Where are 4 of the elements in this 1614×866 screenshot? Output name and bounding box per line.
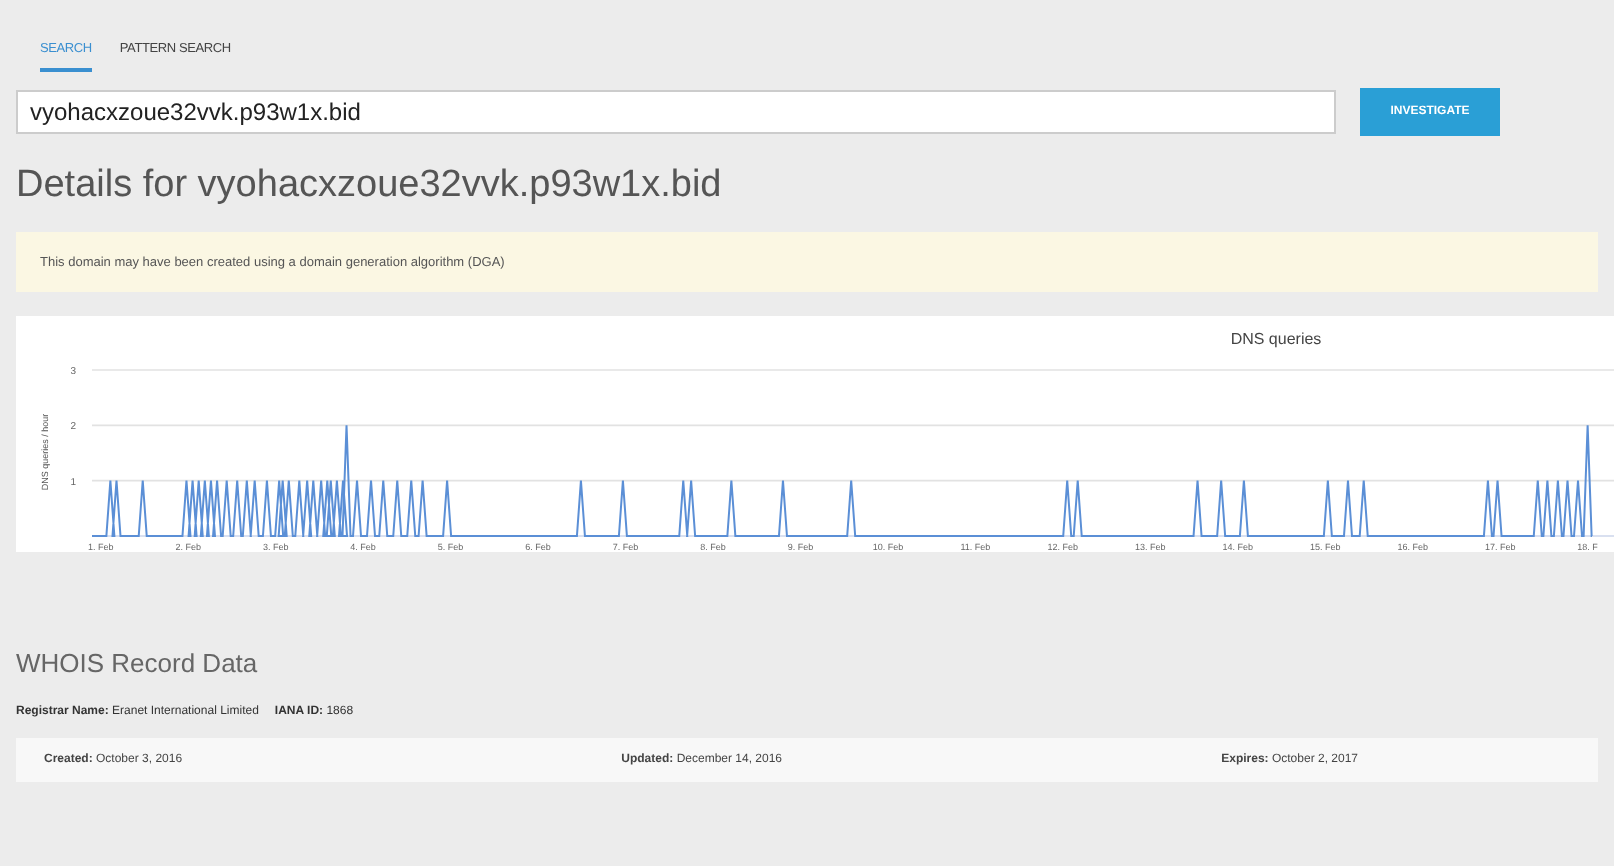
chart-title: DNS queries — [1230, 330, 1322, 348]
details-heading: Details for vyohacxzoue32vvk.p93w1x.bid — [16, 164, 724, 208]
whois-heading: WHOIS Record Data — [16, 648, 260, 678]
search-field[interactable]: vyohacxzoue32vvk.p93w1x.bid — [16, 90, 1336, 134]
